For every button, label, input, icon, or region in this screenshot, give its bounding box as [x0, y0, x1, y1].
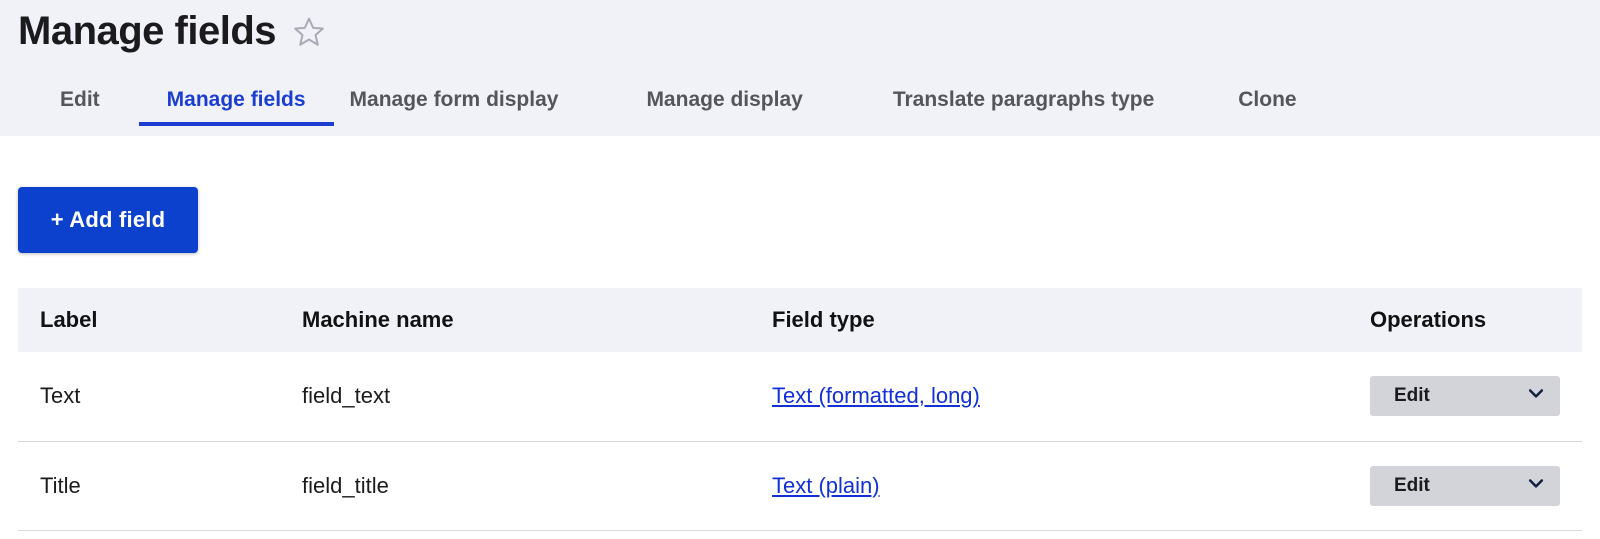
- cell-label: Text: [18, 352, 280, 442]
- add-field-button[interactable]: + Add field: [18, 187, 198, 253]
- tab-clone[interactable]: Clone: [1238, 88, 1296, 126]
- column-header-label: Label: [18, 288, 280, 352]
- table-head: Label Machine name Field type Operations: [18, 288, 1582, 352]
- star-outline-icon[interactable]: [292, 15, 326, 54]
- table-row: Title field_title Text (plain) Edit: [18, 441, 1582, 531]
- edit-dropdown-button[interactable]: Edit: [1370, 465, 1560, 506]
- column-header-operations: Operations: [1370, 288, 1582, 352]
- edit-dropdown-button[interactable]: Edit: [1370, 376, 1560, 417]
- edit-dropdown-label: Edit: [1394, 385, 1430, 407]
- table-body: Text field_text Text (formatted, long) E…: [18, 352, 1582, 531]
- edit-dropdown-label: Edit: [1394, 474, 1430, 496]
- cell-operations: Edit: [1370, 441, 1582, 531]
- cell-machine-name: field_text: [280, 352, 750, 442]
- table-header-row: Label Machine name Field type Operations: [18, 288, 1582, 352]
- tab-label: Manage form display: [349, 88, 559, 111]
- field-type-link[interactable]: Text (formatted, long): [772, 383, 980, 408]
- table-row: Text field_text Text (formatted, long) E…: [18, 352, 1582, 442]
- page-header: Manage fields Edit Manage fields Manage …: [0, 0, 1600, 136]
- cell-field-type: Text (formatted, long): [750, 352, 1370, 442]
- manage-fields-page: Manage fields Edit Manage fields Manage …: [0, 0, 1600, 539]
- tab-manage-display[interactable]: Manage display: [646, 88, 802, 126]
- cell-field-type: Text (plain): [750, 441, 1370, 531]
- cell-label: Title: [18, 441, 280, 531]
- title-row: Manage fields: [18, 5, 326, 57]
- column-header-field-type: Field type: [750, 288, 1370, 352]
- page-title: Manage fields: [18, 9, 277, 53]
- field-type-link[interactable]: Text (plain): [772, 473, 880, 498]
- chevron-down-icon: [1526, 383, 1546, 409]
- tab-label: Edit: [60, 88, 100, 111]
- fields-table: Label Machine name Field type Operations…: [18, 288, 1582, 531]
- chevron-down-icon: [1526, 473, 1546, 499]
- tab-translate-paragraphs-type[interactable]: Translate paragraphs type: [893, 88, 1154, 126]
- tab-edit[interactable]: Edit: [60, 88, 100, 126]
- column-header-machine-name: Machine name: [280, 288, 750, 352]
- primary-tabs: Edit Manage fields Manage form display M…: [0, 88, 1600, 136]
- cell-operations: Edit: [1370, 352, 1582, 442]
- tab-label: Clone: [1238, 88, 1297, 111]
- cell-machine-name: field_title: [280, 441, 750, 531]
- tab-manage-form-display[interactable]: Manage form display: [350, 88, 559, 126]
- tab-label: Manage fields: [166, 88, 306, 111]
- tab-label: Manage display: [646, 88, 803, 111]
- tab-label: Translate paragraphs type: [892, 88, 1155, 111]
- tab-manage-fields[interactable]: Manage fields: [138, 88, 334, 126]
